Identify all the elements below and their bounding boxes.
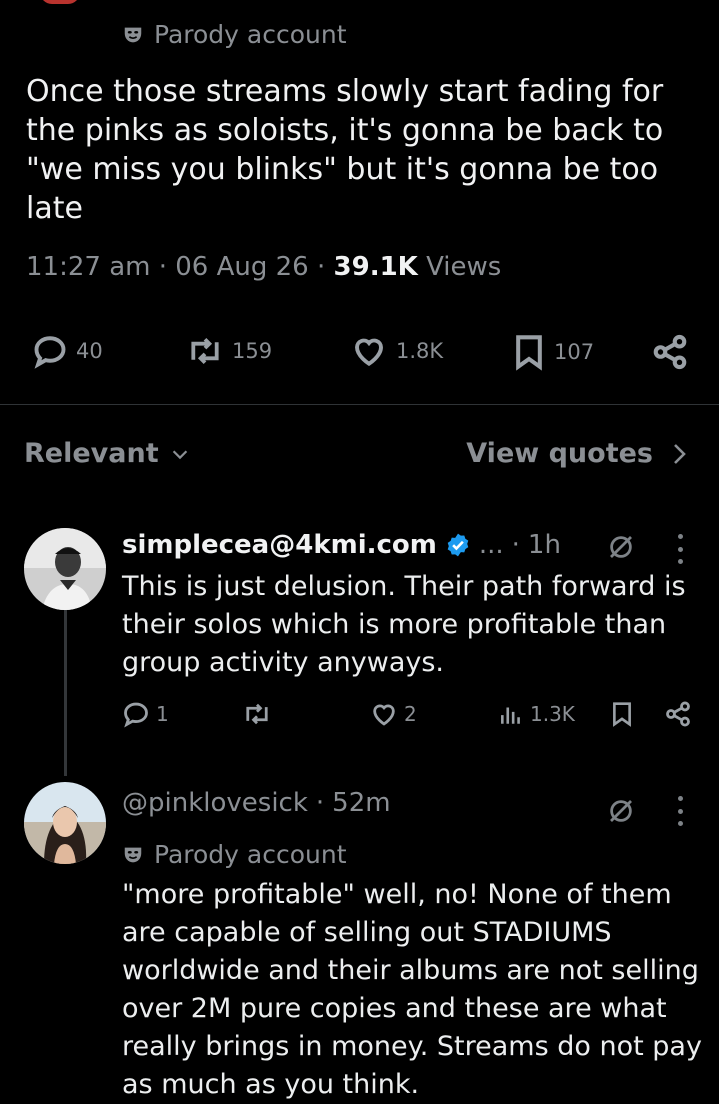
reply-text: "more profitable" well, no! None of them… <box>122 879 702 1100</box>
tweet-meta: 11:27 am · 06 Aug 26 · 39.1K Views <box>26 252 501 282</box>
grok-icon[interactable] <box>606 532 636 562</box>
chevron-right-icon <box>674 443 686 464</box>
reply-item[interactable]: @pinklovesick · 52m Parody account "more… <box>0 782 719 1104</box>
like-button[interactable]: 2 <box>370 700 417 728</box>
views-count: 39.1K <box>333 252 418 282</box>
avatar[interactable] <box>24 782 106 864</box>
reply-actions: 1 2 1.3K <box>0 700 719 740</box>
repost-count: 159 <box>232 339 273 363</box>
reply-button[interactable]: 40 <box>32 333 103 369</box>
views-label: Views <box>426 252 502 282</box>
repost-button[interactable] <box>242 700 278 728</box>
share-icon <box>666 701 690 727</box>
repost-button[interactable]: 159 <box>186 333 272 369</box>
reply-text: This is just delusion. Their path forwar… <box>122 571 686 678</box>
avatar-image <box>24 782 106 864</box>
bookmark-icon <box>516 335 542 371</box>
grok-icon[interactable] <box>606 796 636 826</box>
like-count: 1.8K <box>396 339 444 363</box>
share-button[interactable] <box>664 700 692 728</box>
reply-author-name[interactable]: simplecea@4kmi.com <box>122 530 437 560</box>
reply-item[interactable]: simplecea@4kmi.com ... · 1h This is just… <box>0 528 719 768</box>
bookmark-count: 107 <box>554 340 595 364</box>
reply-author-handle[interactable]: @pinklovesick <box>122 788 308 818</box>
meta-separator: · <box>511 530 520 560</box>
repost-icon <box>191 337 219 365</box>
bookmark-button[interactable]: 107 <box>512 333 594 371</box>
mask-icon <box>124 847 142 862</box>
divider <box>0 404 719 405</box>
reply-icon <box>124 702 148 728</box>
reply-button[interactable]: 1 <box>122 700 169 728</box>
parody-label: Parody account <box>154 20 347 49</box>
tweet-time[interactable]: 11:27 am <box>26 252 150 282</box>
verified-badge-icon <box>447 533 469 557</box>
tweet-text: Once those streams slowly start fading f… <box>26 74 664 226</box>
tweet-actions: 40 159 1.8K 107 <box>0 325 719 375</box>
reply-time[interactable]: 1h <box>528 530 561 560</box>
reply-header: @pinklovesick · 52m <box>122 788 391 818</box>
main-tweet: Parody account Once those streams slowly… <box>0 0 719 408</box>
heart-icon <box>355 338 383 367</box>
author-avatar-partial[interactable] <box>40 0 80 4</box>
view-quotes-link[interactable]: View quotes <box>466 438 689 469</box>
bookmark-icon <box>613 702 631 727</box>
more-options-icon[interactable] <box>676 796 684 826</box>
share-icon <box>653 334 687 370</box>
meta-separator: · <box>158 252 176 282</box>
chevron-down-icon <box>172 449 187 459</box>
reply-icon <box>34 336 66 369</box>
mask-icon <box>124 27 142 42</box>
avatar[interactable] <box>24 528 106 610</box>
parody-badge: Parody account <box>122 20 347 49</box>
views-button[interactable]: 1.3K <box>498 700 575 728</box>
view-quotes-label: View quotes <box>466 438 653 469</box>
analytics-icon <box>501 707 520 724</box>
meta-separator: · <box>315 788 325 818</box>
meta-separator: · <box>316 252 334 282</box>
reply-truncated-handle: ... <box>478 530 504 560</box>
share-button[interactable] <box>650 333 690 371</box>
like-button[interactable]: 1.8K <box>350 333 443 369</box>
heart-icon <box>373 704 395 726</box>
parody-label: Parody account <box>154 840 347 869</box>
views-count: 1.3K <box>530 702 575 726</box>
reply-count: 1 <box>156 702 169 726</box>
reply-sort-bar: Relevant View quotes <box>0 430 719 480</box>
sort-label: Relevant <box>24 438 159 469</box>
like-count: 2 <box>404 702 417 726</box>
repost-icon <box>246 703 268 725</box>
reply-time[interactable]: 52m <box>332 788 390 818</box>
tweet-date[interactable]: 06 Aug 26 <box>175 252 308 282</box>
sort-relevant-dropdown[interactable]: Relevant <box>24 438 191 469</box>
bookmark-button[interactable] <box>610 700 634 728</box>
reply-count: 40 <box>76 339 103 363</box>
reply-header: simplecea@4kmi.com ... · 1h <box>122 530 561 560</box>
parody-badge: Parody account <box>122 840 347 869</box>
avatar-image <box>24 528 106 610</box>
more-options-icon[interactable] <box>676 534 684 564</box>
